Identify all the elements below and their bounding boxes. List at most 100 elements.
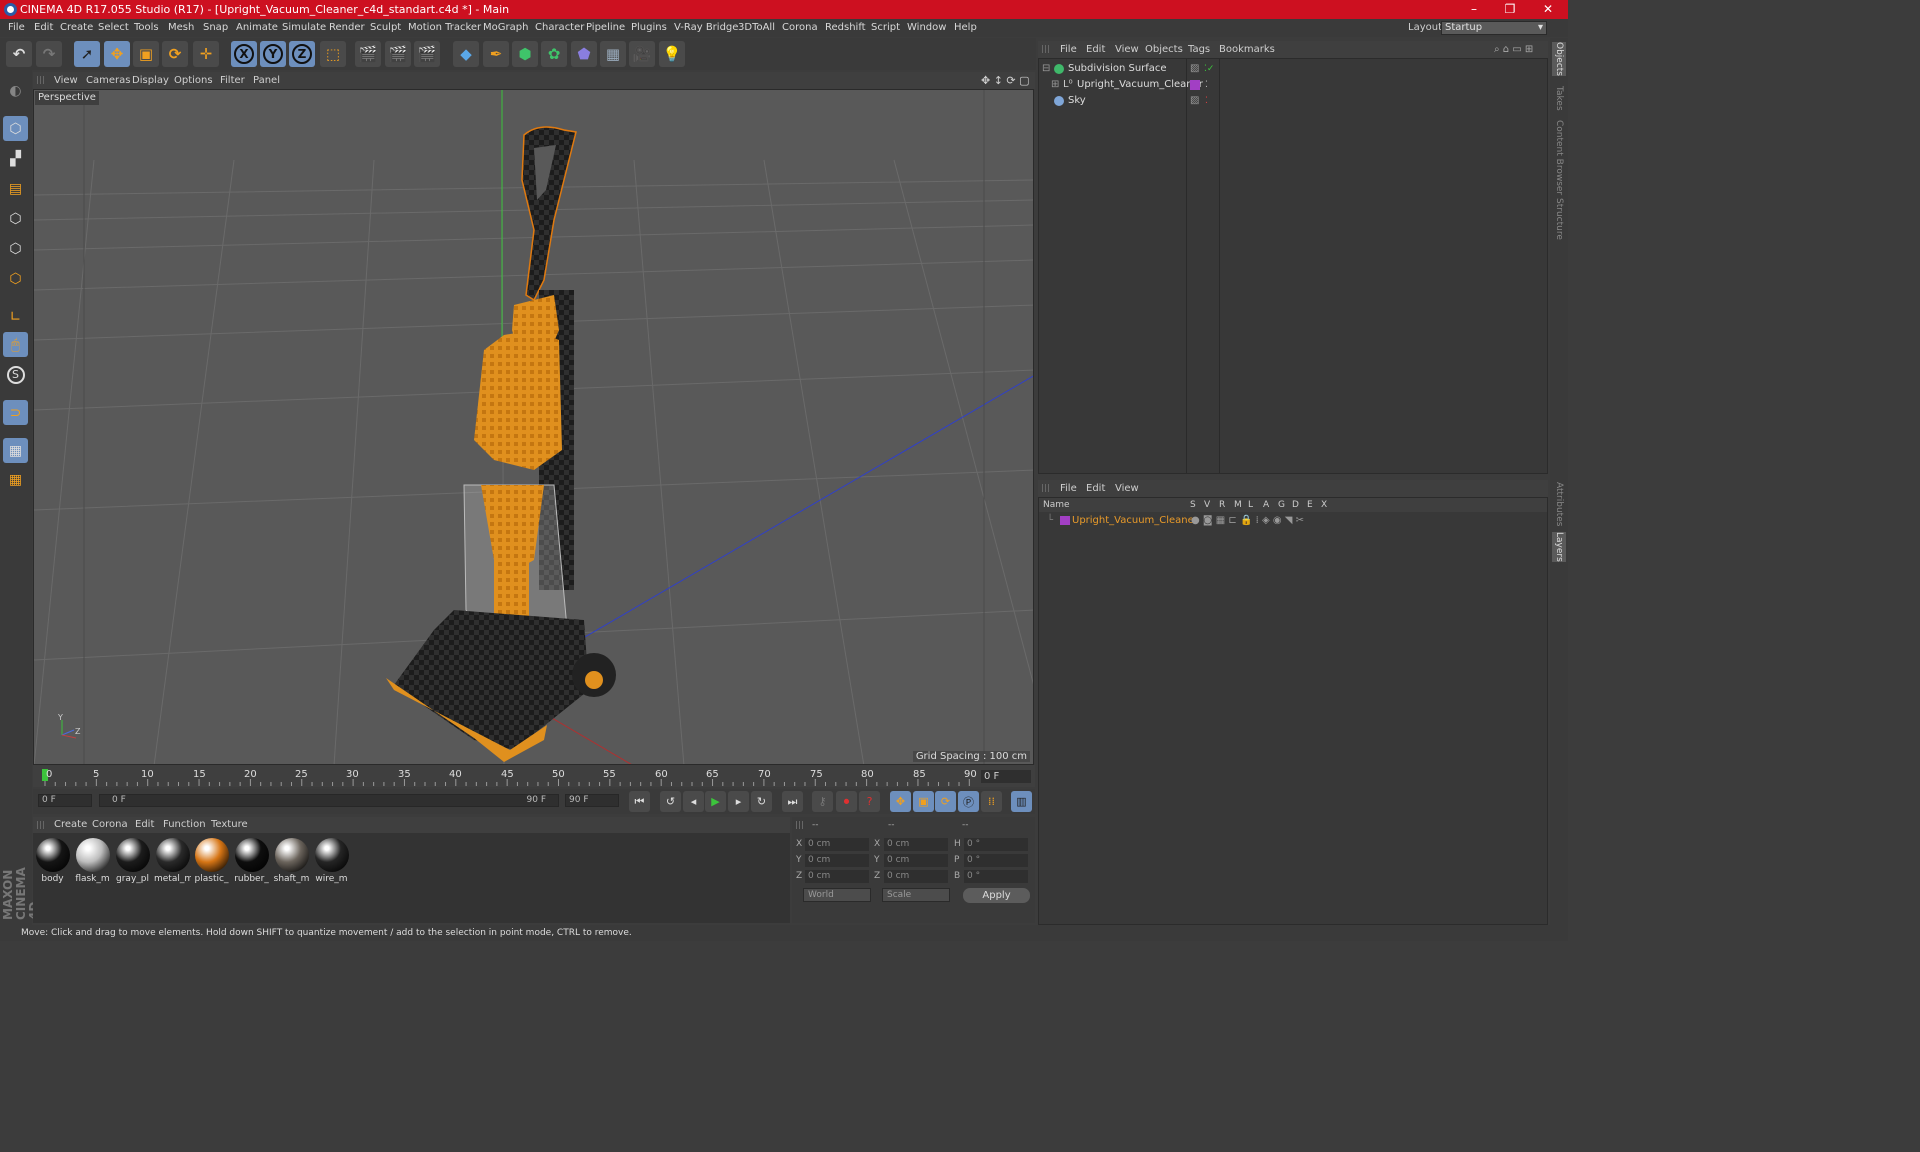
coord-size-z-field[interactable]: 0 cm bbox=[884, 870, 948, 883]
viewport-camera-label[interactable]: Perspective bbox=[35, 91, 99, 105]
menu-redshift[interactable]: Redshift bbox=[825, 19, 866, 37]
cube-object-button[interactable]: ◆ bbox=[453, 41, 479, 67]
menu-plugins[interactable]: Plugins bbox=[631, 19, 667, 37]
menu-tools[interactable]: Tools bbox=[134, 19, 159, 37]
z-axis-button[interactable]: Z bbox=[289, 41, 315, 67]
menu-character[interactable]: Character bbox=[535, 19, 584, 37]
model-mode-button[interactable]: ⬡ bbox=[3, 116, 28, 141]
start-frame-field[interactable]: 0 F bbox=[38, 794, 92, 807]
texture-mode-button[interactable]: ▞ bbox=[3, 146, 28, 171]
go-to-start-button[interactable]: ⏮ bbox=[629, 791, 650, 812]
menu-file[interactable]: File bbox=[8, 19, 25, 37]
coord-rot-p-field[interactable]: 0 ° bbox=[964, 854, 1028, 867]
record-keys-button[interactable]: ⚷ bbox=[812, 791, 833, 812]
rotate-tool-button[interactable]: ⟳ bbox=[162, 41, 188, 67]
close-button[interactable]: ✕ bbox=[1530, 0, 1566, 19]
tab-layers[interactable]: Layers bbox=[1552, 532, 1566, 562]
scale-tool-button[interactable]: ▣ bbox=[133, 41, 159, 67]
keyframe-selection-button[interactable]: ? bbox=[859, 791, 880, 812]
layer-color-swatch[interactable] bbox=[1190, 80, 1200, 90]
menu-select[interactable]: Select bbox=[98, 19, 129, 37]
column-render[interactable]: R bbox=[1219, 498, 1225, 512]
menu-create[interactable]: Create bbox=[60, 19, 93, 37]
object-row-sky[interactable]: Sky ▨ ⁚ bbox=[1039, 93, 1547, 109]
viewport-menu-view[interactable]: View bbox=[54, 72, 78, 89]
coord-size-mode-select[interactable]: Scale bbox=[882, 888, 950, 902]
layer-toggle-icons[interactable]: ● ◙ ▦ ⊏ 🔒 ⁞ ◈ ◉ ◥ ✂ bbox=[1191, 513, 1304, 529]
material-menu-texture[interactable]: Texture bbox=[211, 817, 248, 833]
tweak-mode-button[interactable]: 🖱 bbox=[3, 332, 28, 357]
transform-tool-button[interactable]: ✛ bbox=[193, 41, 219, 67]
viewport-menu-display[interactable]: Display bbox=[132, 72, 169, 89]
viewport-menu-panel[interactable]: Panel bbox=[253, 72, 280, 89]
y-axis-button[interactable]: Y bbox=[260, 41, 286, 67]
points-mode-button[interactable]: ⬡ bbox=[3, 206, 28, 231]
material-item[interactable]: metal_m bbox=[154, 836, 191, 886]
play-button[interactable]: ▶ bbox=[705, 791, 726, 812]
menu-mesh[interactable]: Mesh bbox=[168, 19, 194, 37]
coord-pos-z-field[interactable]: 0 cm bbox=[805, 870, 869, 883]
material-item[interactable]: body bbox=[34, 836, 71, 886]
column-animation[interactable]: A bbox=[1263, 498, 1269, 512]
menu-help[interactable]: Help bbox=[954, 19, 977, 37]
axis-mode-button[interactable]: ∟ bbox=[3, 304, 28, 329]
column-generators[interactable]: G bbox=[1278, 498, 1285, 512]
subdivision-button[interactable]: ⬢ bbox=[512, 41, 538, 67]
material-menu-corona[interactable]: Corona bbox=[92, 817, 128, 833]
previous-frame-button[interactable]: ◂ bbox=[683, 791, 704, 812]
restore-button[interactable]: ❐ bbox=[1492, 0, 1528, 19]
tab-takes[interactable]: Takes bbox=[1552, 86, 1566, 111]
menu-3dtoall[interactable]: 3DToAll bbox=[738, 19, 775, 37]
material-menu-edit[interactable]: Edit bbox=[135, 817, 154, 833]
material-menu-function[interactable]: Function bbox=[163, 817, 206, 833]
column-deformers[interactable]: D bbox=[1292, 498, 1299, 512]
solo-button[interactable]: S bbox=[3, 362, 28, 387]
tab-content-browser[interactable]: Content Browser bbox=[1552, 120, 1566, 195]
visibility-dots-icon[interactable]: ⁚ bbox=[1205, 77, 1208, 93]
cloner-button[interactable]: ✿ bbox=[541, 41, 567, 67]
coord-mode-select[interactable]: World bbox=[803, 888, 871, 902]
camera-object-button[interactable]: 🎥 bbox=[629, 41, 655, 67]
enabled-check-icon[interactable]: ⁚✓ bbox=[1204, 61, 1214, 77]
layer-menu-edit[interactable]: Edit bbox=[1086, 480, 1105, 497]
object-menu-objects[interactable]: Objects bbox=[1145, 41, 1183, 58]
coord-rot-b-field[interactable]: 0 ° bbox=[964, 870, 1028, 883]
coord-pos-y-field[interactable]: 0 cm bbox=[805, 854, 869, 867]
material-item[interactable]: gray_pl bbox=[114, 836, 151, 886]
preview-range-slider[interactable]: 0 F 90 F bbox=[99, 794, 559, 807]
viewport-navigate-icons[interactable]: ✥ ↕ ⟳ ▢ bbox=[981, 72, 1030, 89]
object-menu-tags[interactable]: Tags bbox=[1188, 41, 1210, 58]
coordinate-system-button[interactable]: ⬚ bbox=[320, 41, 346, 67]
make-editable-button[interactable]: ◐ bbox=[3, 78, 28, 103]
current-frame-field[interactable]: 0 F bbox=[981, 770, 1031, 783]
layer-visibility-icon[interactable]: ▨ bbox=[1190, 93, 1199, 109]
autokeying-button[interactable]: ⏺ bbox=[836, 791, 857, 812]
object-menu-view[interactable]: View bbox=[1115, 41, 1139, 58]
menu-pipeline[interactable]: Pipeline bbox=[586, 19, 625, 37]
next-frame-button[interactable]: ▸ bbox=[728, 791, 749, 812]
menu-snap[interactable]: Snap bbox=[203, 19, 228, 37]
layout-select[interactable]: Startup ▾ bbox=[1441, 21, 1547, 35]
material-item[interactable]: rubber_ bbox=[233, 836, 270, 886]
material-item[interactable]: shaft_m bbox=[273, 836, 310, 886]
column-xref[interactable]: X bbox=[1321, 498, 1327, 512]
menu-mograph[interactable]: MoGraph bbox=[483, 19, 528, 37]
key-rotation-button[interactable]: ⟳ bbox=[935, 791, 956, 812]
material-item[interactable]: wire_m bbox=[313, 836, 350, 886]
lock-workplane-button[interactable]: ▦ bbox=[3, 438, 28, 463]
previous-keyframe-button[interactable]: ↺ bbox=[660, 791, 681, 812]
expand-icon[interactable]: ⊞ bbox=[1051, 77, 1059, 93]
key-parameter-button[interactable]: Ⓟ bbox=[958, 791, 979, 812]
floor-object-button[interactable]: ▦ bbox=[600, 41, 626, 67]
perspective-viewport[interactable]: Y Z Perspective Grid Spacing : 100 cm bbox=[33, 89, 1034, 765]
live-selection-button[interactable]: ➚ bbox=[74, 41, 100, 67]
column-expressions[interactable]: E bbox=[1307, 498, 1313, 512]
redo-button[interactable]: ↷ bbox=[36, 41, 62, 67]
object-menu-bookmarks[interactable]: Bookmarks bbox=[1219, 41, 1275, 58]
column-locked[interactable]: L bbox=[1248, 498, 1253, 512]
workplane-grid-button[interactable]: ▦ bbox=[3, 467, 28, 492]
visibility-dots-icon[interactable]: ⁚ bbox=[1205, 93, 1208, 109]
menu-edit[interactable]: Edit bbox=[34, 19, 53, 37]
layer-row[interactable]: └ Upright_Vacuum_Cleaner ● ◙ ▦ ⊏ 🔒 ⁞ ◈ ◉… bbox=[1039, 513, 1547, 529]
next-keyframe-button[interactable]: ↻ bbox=[751, 791, 772, 812]
